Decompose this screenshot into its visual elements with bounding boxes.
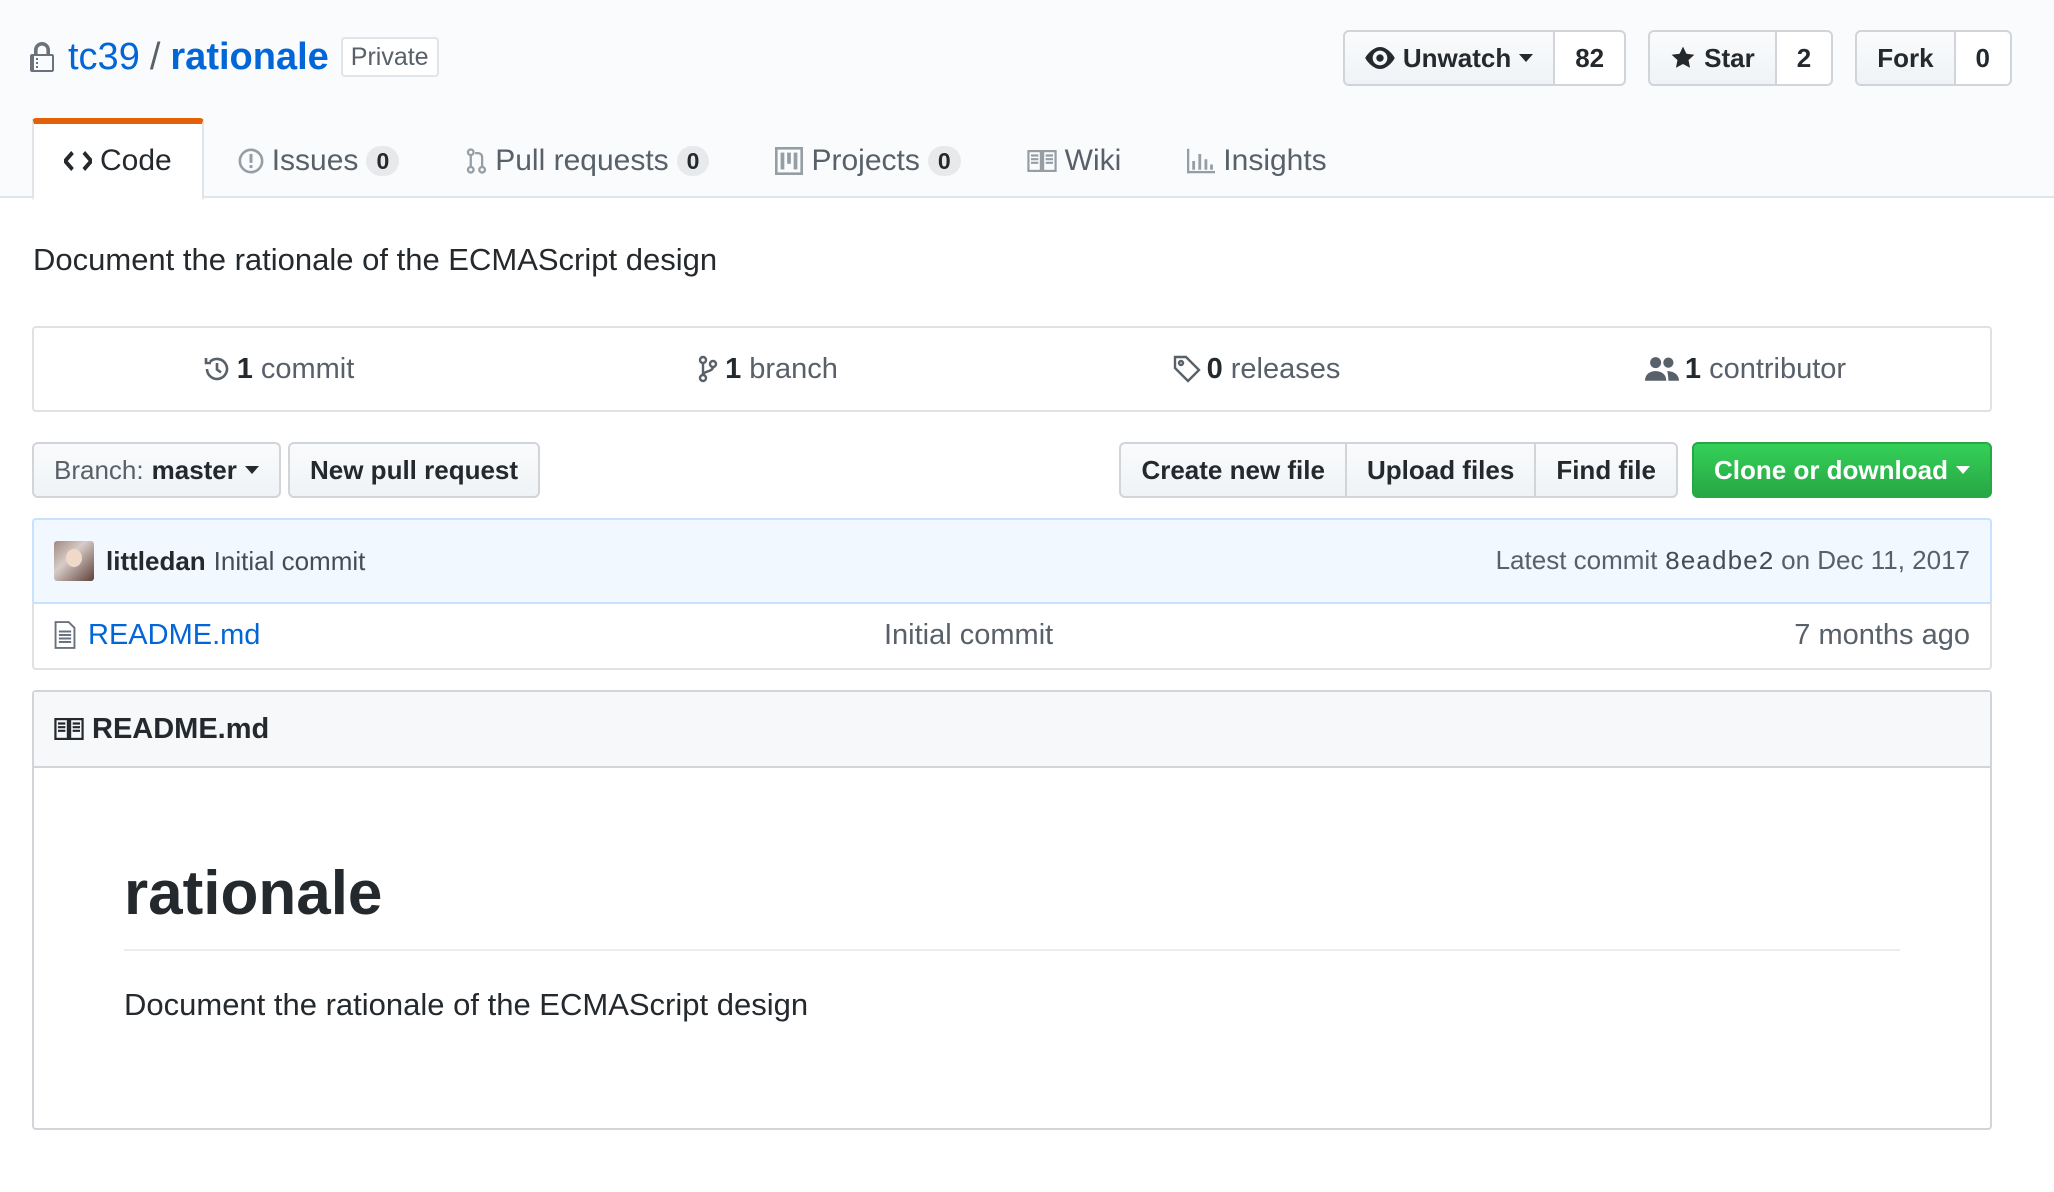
- readme-header: README.md: [34, 692, 1990, 768]
- create-new-file-button[interactable]: Create new file: [1119, 442, 1347, 498]
- upload-files-button[interactable]: Upload files: [1346, 442, 1537, 498]
- tag-icon: [1173, 355, 1201, 383]
- branch-select-button[interactable]: Branch: master: [32, 442, 281, 498]
- pull-requests-counter: 0: [676, 146, 710, 176]
- tab-insights-label: Insights: [1223, 144, 1327, 177]
- star-button[interactable]: Star: [1648, 30, 1777, 86]
- unwatch-label: Unwatch: [1402, 42, 1512, 73]
- summary-commits[interactable]: 1 commit: [34, 328, 523, 410]
- readme-body: rationale Document the rationale of the …: [34, 768, 1990, 1023]
- file-icon: [54, 621, 76, 649]
- summary-branches[interactable]: 1 branch: [523, 328, 1012, 410]
- repo-description: Document the rationale of the ECMAScript…: [33, 242, 718, 277]
- fork-group: Fork 0: [1855, 30, 2012, 86]
- branch-name: master: [151, 454, 237, 485]
- fork-button[interactable]: Fork: [1855, 30, 1956, 86]
- private-badge: Private: [340, 37, 439, 77]
- chevron-down-icon: [1519, 54, 1534, 62]
- file-age: 7 months ago: [1794, 618, 1970, 651]
- tab-wiki-label: Wiki: [1064, 144, 1122, 177]
- watch-group: Unwatch 82: [1342, 30, 1627, 86]
- tab-pull-requests[interactable]: Pull requests 0: [433, 118, 741, 200]
- chevron-down-icon: [1956, 466, 1970, 474]
- branches-count: 1: [725, 352, 742, 385]
- book-icon: [54, 718, 84, 740]
- latest-commit-prefix: Latest commit: [1495, 545, 1658, 575]
- star-label: Star: [1704, 42, 1755, 73]
- readme-panel: README.md rationale Document the rationa…: [32, 690, 1992, 1130]
- path-divider: /: [149, 35, 161, 78]
- summary-releases[interactable]: 0 releases: [1012, 328, 1501, 410]
- tab-projects[interactable]: Projects 0: [743, 118, 992, 200]
- file-link[interactable]: README.md: [54, 619, 884, 652]
- contributors-label: contributor: [1709, 352, 1847, 385]
- star-icon: [1671, 46, 1695, 68]
- find-file-button[interactable]: Find file: [1536, 442, 1678, 498]
- lock-icon: [30, 40, 56, 74]
- repo-tabs: Code Issues 0 Pull requests 0 Projects 0…: [32, 118, 1361, 200]
- file-name: README.md: [88, 618, 261, 651]
- code-icon: [64, 151, 92, 171]
- tab-issues[interactable]: Issues 0: [206, 118, 432, 200]
- releases-count: 0: [1206, 352, 1223, 385]
- tab-code-label: Code: [100, 144, 172, 177]
- tab-wiki[interactable]: Wiki: [995, 118, 1154, 200]
- unwatch-button[interactable]: Unwatch: [1342, 30, 1556, 86]
- avatar[interactable]: [54, 541, 94, 581]
- branch-icon: [698, 355, 718, 383]
- repo-name-link[interactable]: rationale: [170, 36, 328, 79]
- book-icon: [1026, 150, 1057, 172]
- commits-count: 1: [236, 352, 253, 385]
- file-button-group: Create new file Upload files Find file: [1119, 442, 1678, 498]
- fork-label: Fork: [1877, 42, 1934, 73]
- project-icon: [775, 147, 804, 175]
- latest-commit-info: Latest commit 8eadbe2 on Dec 11, 2017: [1496, 545, 1970, 577]
- stargazers-count[interactable]: 2: [1776, 30, 1834, 86]
- new-pull-request-button[interactable]: New pull request: [288, 442, 541, 498]
- releases-label: releases: [1230, 352, 1341, 385]
- people-icon: [1644, 357, 1679, 381]
- watchers-count[interactable]: 82: [1555, 30, 1627, 86]
- repo-owner-link[interactable]: tc39: [68, 36, 140, 79]
- branch-prefix: Branch:: [54, 454, 144, 485]
- clone-label: Clone or download: [1714, 454, 1948, 485]
- file-row: README.md Initial commit 7 months ago: [32, 602, 1992, 670]
- history-icon: [204, 357, 228, 381]
- contributors-count: 1: [1684, 352, 1702, 385]
- branches-label: branch: [749, 352, 838, 385]
- commit-author[interactable]: littledan: [106, 546, 206, 577]
- numbers-summary: 1 commit 1 branch 0 releases 1 contribut…: [32, 326, 1992, 412]
- commits-label: commit: [260, 352, 355, 385]
- star-group: Star 2: [1648, 30, 1834, 86]
- tab-projects-label: Projects: [811, 144, 920, 177]
- readme-title: rationale: [124, 858, 1900, 951]
- commit-message[interactable]: Initial commit: [214, 546, 366, 577]
- forks-count[interactable]: 0: [1955, 30, 2012, 86]
- issue-icon: [238, 148, 264, 174]
- tab-pull-requests-label: Pull requests: [495, 144, 669, 177]
- clone-or-download-button[interactable]: Clone or download: [1692, 442, 1992, 498]
- eye-icon: [1365, 47, 1395, 69]
- issues-counter: 0: [366, 146, 400, 176]
- projects-counter: 0: [927, 146, 961, 176]
- commit-date: on Dec 11, 2017: [1781, 545, 1970, 575]
- tab-code[interactable]: Code: [32, 118, 204, 200]
- readme-filename: README.md: [92, 712, 270, 745]
- chevron-down-icon: [244, 466, 259, 474]
- pull-request-icon: [467, 148, 487, 174]
- file-commit-message[interactable]: Initial commit: [884, 619, 1794, 652]
- repo-actions: Unwatch 82 Star 2 Fork 0: [1321, 30, 2012, 86]
- repo-title: tc39 / rationale Private: [30, 32, 439, 82]
- tab-insights[interactable]: Insights: [1155, 118, 1358, 200]
- commit-sha[interactable]: 8eadbe2: [1665, 547, 1774, 577]
- commit-tease: littledan Initial commit Latest commit 8…: [32, 518, 1992, 604]
- file-actions: Create new file Upload files Find file C…: [1119, 442, 1992, 498]
- readme-text: Document the rationale of the ECMAScript…: [124, 987, 809, 1022]
- summary-contributors[interactable]: 1 contributor: [1501, 328, 1990, 410]
- graph-icon: [1187, 148, 1216, 174]
- tab-issues-label: Issues: [271, 144, 359, 177]
